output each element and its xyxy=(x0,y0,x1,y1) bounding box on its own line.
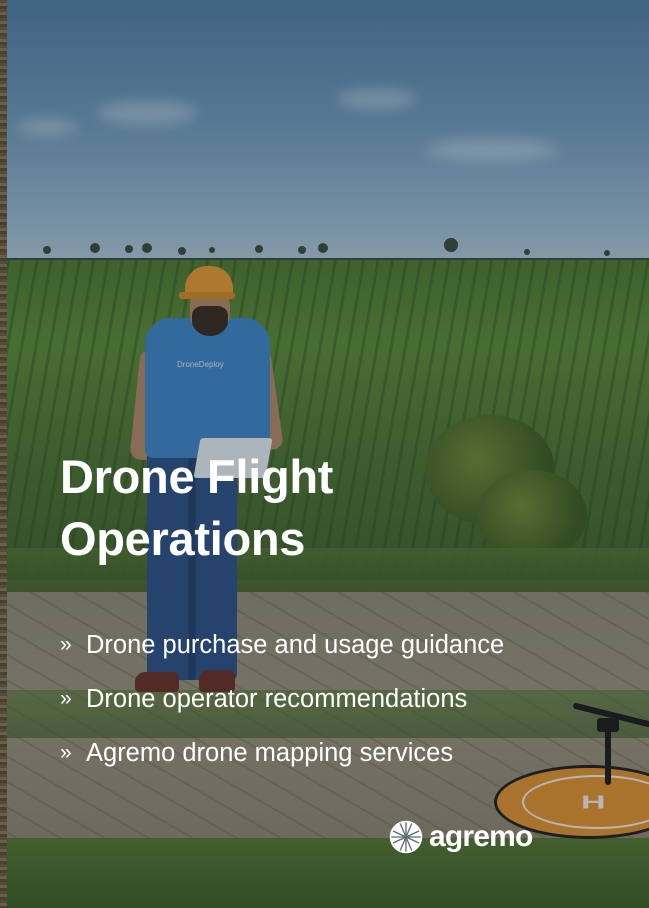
title-line-1: Drone Flight xyxy=(60,450,334,503)
title-line-2: Operations xyxy=(60,512,306,565)
chevron-right-icon: » xyxy=(60,687,72,710)
chevron-right-icon: » xyxy=(60,633,72,656)
service-label: Agremo drone mapping services xyxy=(86,738,454,767)
service-item: » Drone purchase and usage guidance xyxy=(60,618,504,672)
service-label: Drone purchase and usage guidance xyxy=(86,630,505,659)
service-item: » Drone operator recommendations xyxy=(60,672,504,726)
service-list: » Drone purchase and usage guidance » Dr… xyxy=(60,618,504,780)
service-item: » Agremo drone mapping services xyxy=(60,726,504,780)
agremo-logo: agremo xyxy=(389,820,533,854)
service-card: DroneDeploy H Drone Flight Operations » … xyxy=(0,0,649,908)
card-title: Drone Flight Operations xyxy=(60,446,620,570)
chevron-right-icon: » xyxy=(60,741,72,764)
card-content: Drone Flight Operations » Drone purchase… xyxy=(60,446,620,767)
brand-name: agremo xyxy=(429,820,533,853)
service-label: Drone operator recommendations xyxy=(86,684,468,713)
globe-icon xyxy=(389,820,423,854)
